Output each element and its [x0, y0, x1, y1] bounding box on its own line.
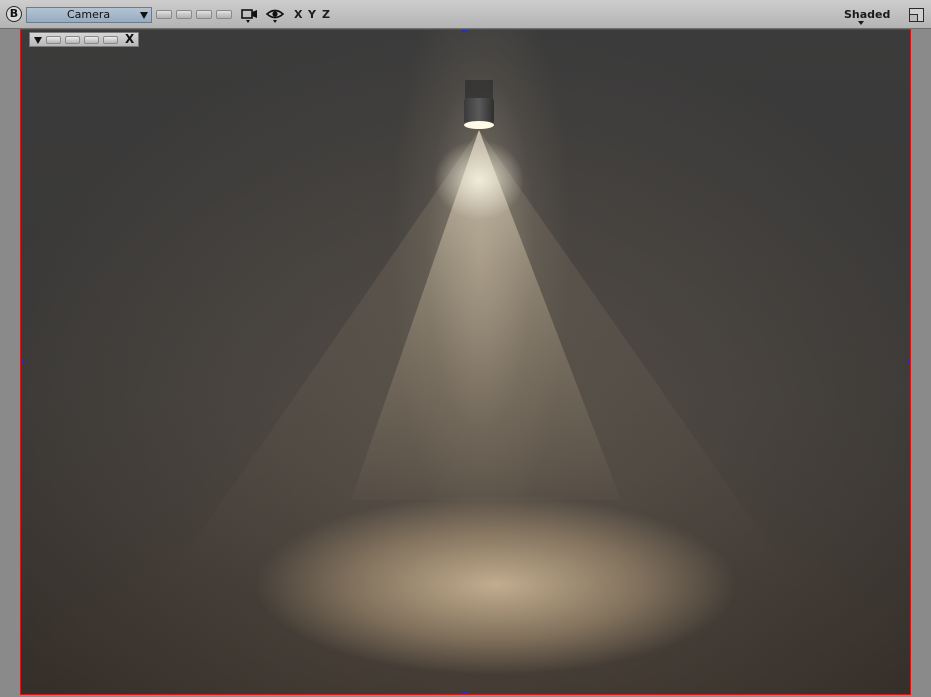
camera-select[interactable]: Camera: [26, 7, 152, 23]
resize-handle-right[interactable]: [907, 359, 910, 364]
camera-viewport[interactable]: X: [20, 29, 911, 695]
resize-handle-bottom[interactable]: [462, 691, 467, 694]
bookmark-slot-2[interactable]: [176, 10, 192, 19]
axis-z-toggle[interactable]: Z: [322, 9, 330, 21]
eye-visibility-icon[interactable]: [265, 8, 285, 28]
viewport-toolbar: B Camera X Y Z Shaded: [0, 0, 931, 29]
close-icon[interactable]: X: [125, 33, 134, 46]
viewport-mini-panel: X: [29, 32, 139, 47]
axis-y-toggle[interactable]: Y: [308, 9, 316, 21]
mini-slot-4[interactable]: [103, 36, 118, 44]
axis-x-toggle[interactable]: X: [294, 9, 302, 21]
resize-handle-left[interactable]: [21, 359, 23, 364]
mini-slot-3[interactable]: [84, 36, 99, 44]
mini-slot-2[interactable]: [65, 36, 80, 44]
app-window: B Camera X Y Z Shaded X: [0, 0, 931, 697]
camera-select-label: Camera: [67, 8, 111, 21]
mini-slot-1[interactable]: [46, 36, 61, 44]
bookmark-slot-3[interactable]: [196, 10, 212, 19]
chevron-down-icon: [858, 21, 864, 25]
chevron-down-icon[interactable]: [34, 37, 42, 44]
spotlight-render: [161, 80, 801, 590]
resize-handle-top[interactable]: [462, 30, 467, 32]
shading-mode-menu[interactable]: Shaded: [844, 8, 890, 21]
maximize-icon[interactable]: [909, 8, 924, 22]
bookmark-slot-4[interactable]: [216, 10, 232, 19]
brand-menu-button[interactable]: B: [6, 6, 22, 22]
chevron-down-icon: [140, 12, 148, 19]
bookmark-slot-1[interactable]: [156, 10, 172, 19]
camera-move-icon[interactable]: [241, 8, 259, 28]
